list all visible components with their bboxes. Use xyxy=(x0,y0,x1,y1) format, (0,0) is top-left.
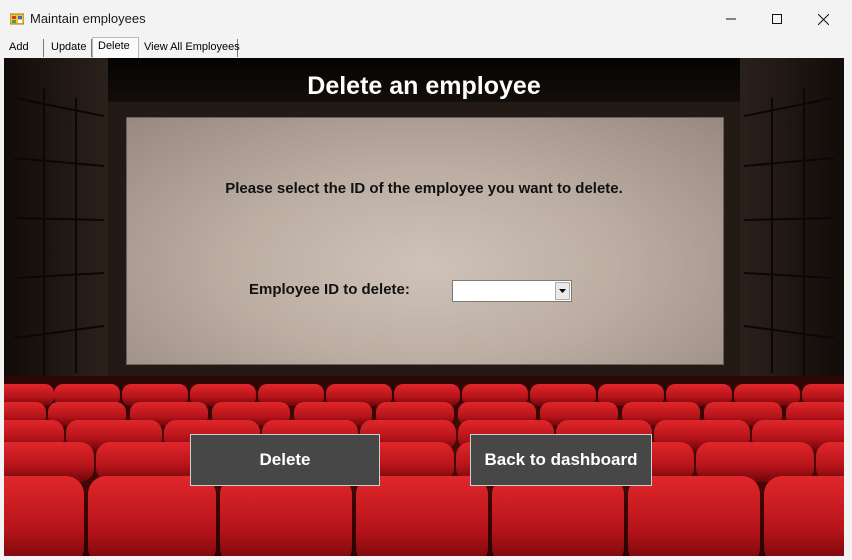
seat-rows-art xyxy=(4,384,844,556)
minimize-icon xyxy=(726,18,736,20)
delete-button[interactable]: Delete xyxy=(190,434,380,486)
maximize-icon xyxy=(772,14,782,24)
close-button[interactable] xyxy=(800,0,846,38)
window-title: Maintain employees xyxy=(30,11,146,26)
close-icon xyxy=(817,13,829,25)
employee-id-label: Employee ID to delete: xyxy=(249,281,410,298)
tab-delete[interactable]: Delete xyxy=(92,37,139,58)
app-icon xyxy=(10,13,24,25)
cinema-screen xyxy=(126,117,724,365)
tab-view-all-employees[interactable]: View All Employees xyxy=(139,39,240,57)
instruction-text: Please select the ID of the employee you… xyxy=(225,180,623,197)
right-wall-panels xyxy=(743,88,835,378)
tab-update[interactable]: Update xyxy=(46,39,92,57)
delete-tab-panel: Delete an employee Please select the ID … xyxy=(4,58,844,556)
theater-seats xyxy=(4,376,844,556)
left-wall-panels xyxy=(13,88,105,378)
page-title: Delete an employee xyxy=(307,72,541,100)
tab-add[interactable]: Add xyxy=(4,39,44,57)
theater-right-wall xyxy=(740,58,844,388)
maintain-employees-window: Maintain employees Add Update Delete Vie… xyxy=(0,0,852,560)
dropdown-button[interactable] xyxy=(555,282,570,300)
minimize-button[interactable] xyxy=(708,0,754,38)
title-bar: Maintain employees xyxy=(0,0,852,38)
back-to-dashboard-button[interactable]: Back to dashboard xyxy=(470,434,652,486)
tab-strip: Add Update Delete View All Employees xyxy=(2,37,850,58)
theater-left-wall xyxy=(4,58,108,388)
chevron-down-icon xyxy=(559,289,566,293)
employee-id-dropdown[interactable] xyxy=(452,280,572,302)
maximize-button[interactable] xyxy=(754,0,800,38)
